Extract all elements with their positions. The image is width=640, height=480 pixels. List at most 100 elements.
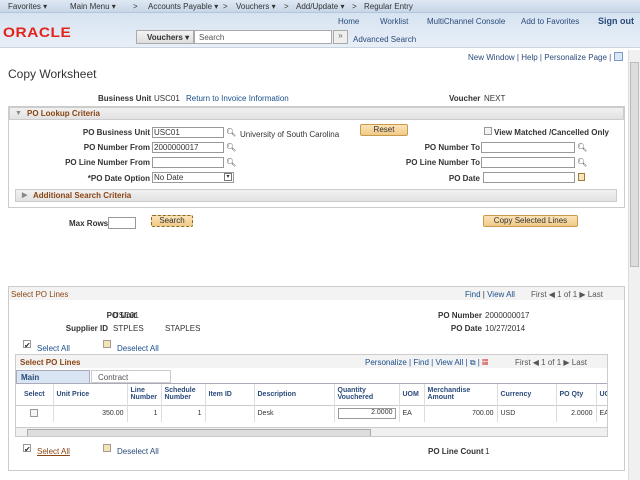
grid-find-link[interactable]: Find	[413, 358, 429, 367]
select-all-checkbox-icon[interactable]: ✔	[23, 340, 31, 350]
nav-accounts-payable[interactable]: Accounts Payable ▾	[148, 2, 218, 11]
col-uom: UOM	[399, 384, 425, 405]
po-to-label: PO Number To	[424, 143, 480, 152]
reset-button[interactable]: Reset	[360, 124, 408, 136]
page-scrollbar[interactable]	[628, 50, 640, 480]
grid-last-link[interactable]: Last	[572, 358, 587, 367]
search-go-icon[interactable]: »	[333, 30, 348, 44]
po-from-input[interactable]: 2000000017	[152, 142, 224, 153]
personalize-page-link[interactable]: Personalize Page	[544, 53, 607, 62]
deselect-all-link-bottom[interactable]: Deselect All	[117, 447, 159, 456]
lookup-icon[interactable]: 🔍︎	[226, 143, 236, 152]
lines-pager: First ◀ 1 of 1 ▶ Last	[531, 290, 603, 299]
lines-nav: Find | View All	[465, 290, 515, 299]
bu-value: USC01	[154, 94, 180, 103]
date-option-select[interactable]: No Date ▾	[152, 172, 234, 183]
lookup-icon[interactable]: 🔍︎	[577, 143, 587, 152]
line-to-input[interactable]	[481, 157, 575, 168]
zoom-grid-icon[interactable]: ⧉	[470, 358, 476, 367]
bu-label: Business Unit	[98, 94, 152, 103]
deselect-all-icon[interactable]	[103, 340, 111, 348]
help-link[interactable]: Help	[521, 53, 537, 62]
po-unit-value: USC01	[113, 311, 139, 320]
grid-view-all-link[interactable]: View All	[435, 358, 463, 367]
nav-sep: >	[223, 2, 228, 11]
col-po-qty: PO Qty	[556, 384, 597, 405]
po-bu-input[interactable]: USC01	[152, 127, 224, 138]
nav-vouchers[interactable]: Vouchers ▾	[236, 2, 276, 11]
nav-sep: >	[352, 2, 357, 11]
page-settings-icon[interactable]	[614, 52, 623, 61]
cell-merchandise-amount: 700.00	[424, 404, 498, 422]
nav-favorites[interactable]: Favorites ▾	[8, 2, 47, 11]
select-all-checkbox-icon[interactable]: ✔	[23, 444, 31, 454]
view-matched-label: View Matched /Cancelled Only	[494, 128, 609, 137]
col-schedule-number: Schedule Number	[161, 384, 206, 405]
select-all-link-bottom[interactable]: Select All	[37, 447, 70, 456]
find-link[interactable]: Find	[465, 290, 481, 299]
col-unit-price: Unit Price	[53, 384, 128, 405]
nav-main-menu[interactable]: Main Menu ▾	[70, 2, 116, 11]
tab-contract-information[interactable]: Contract Information	[91, 370, 171, 391]
col-select: Select	[16, 384, 54, 405]
supplier-label: Supplier ID	[65, 324, 108, 333]
po-date-input[interactable]	[483, 172, 575, 183]
voucher-label: Voucher	[449, 94, 481, 103]
advanced-search-link[interactable]: Advanced Search	[353, 35, 416, 44]
line-to-label: PO Line Number To	[405, 158, 480, 167]
last-link[interactable]: Last	[588, 290, 603, 299]
po-lines-grid: Select PO Lines Personalize | Find | Vie…	[15, 354, 608, 437]
nav-regular-entry[interactable]: Regular Entry	[364, 2, 413, 11]
return-invoice-link[interactable]: Return to Invoice Information	[186, 94, 289, 103]
lookup-icon[interactable]: 🔍︎	[226, 158, 236, 167]
col-quantity-vouchered: Quantity Vouchered	[334, 384, 400, 405]
tab-main-information[interactable]: Main Information	[16, 370, 90, 391]
select-all-link[interactable]: Select All	[37, 344, 70, 353]
grid-horizontal-scrollbar[interactable]	[16, 427, 607, 436]
home-link[interactable]: Home	[338, 17, 359, 26]
personalize-link[interactable]: Personalize	[365, 358, 407, 367]
nav-sep: >	[133, 2, 138, 11]
deselect-all-icon[interactable]	[103, 444, 111, 452]
max-rows-input[interactable]	[108, 217, 136, 229]
worklist-link[interactable]: Worklist	[380, 17, 408, 26]
view-matched-checkbox[interactable]	[484, 127, 492, 135]
qty-vouchered-input[interactable]: 2.0000	[337, 408, 396, 420]
search-scope-dropdown[interactable]: Vouchers ▾	[136, 30, 194, 44]
add-favorites-link[interactable]: Add to Favorites	[521, 17, 579, 26]
cell-uom-2: EA	[596, 404, 607, 422]
search-input[interactable]: Search	[194, 30, 332, 44]
row-select-checkbox[interactable]	[30, 408, 39, 417]
calendar-icon[interactable]	[578, 173, 585, 181]
new-window-link[interactable]: New Window	[468, 53, 515, 62]
download-icon[interactable]: ▦	[482, 358, 488, 367]
view-all-link[interactable]: View All	[487, 290, 515, 299]
grid-title: Select PO Lines	[20, 358, 81, 367]
po-lookup-header[interactable]: ▼ PO Lookup Criteria	[9, 107, 624, 120]
lookup-icon[interactable]: 🔍︎	[577, 158, 587, 167]
multichannel-link[interactable]: MultiChannel Console	[427, 17, 505, 26]
oracle-logo: ORACLE	[3, 24, 72, 40]
page-count: 1 of 1	[557, 290, 578, 299]
search-button[interactable]: Search	[151, 215, 193, 227]
dropdown-arrow-icon: ▾	[224, 173, 232, 181]
deselect-all-link[interactable]: Deselect All	[117, 344, 159, 353]
line-count-label: PO Line Count	[428, 447, 484, 456]
nav-add-update[interactable]: Add/Update ▾	[296, 2, 345, 11]
lookup-icon[interactable]: 🔍︎	[226, 128, 236, 137]
date-option-label: *PO Date Option	[87, 174, 150, 183]
po-to-input[interactable]	[481, 142, 575, 153]
sign-out-link[interactable]: Sign out	[598, 16, 634, 26]
cell-po-qty: 2.0000	[556, 404, 597, 422]
grid-toolbar: Personalize | Find | View All | ⧉ | ▦	[365, 358, 489, 367]
line-from-input[interactable]	[152, 157, 224, 168]
grid-first-link[interactable]: First	[515, 358, 531, 367]
cell-line-number: 1	[127, 404, 162, 422]
col-line-number: Line Number	[127, 384, 162, 405]
col-uom-2: UOM	[596, 384, 607, 405]
supplier-name: STAPLES	[165, 324, 201, 333]
copy-selected-lines-button[interactable]: Copy Selected Lines	[483, 215, 578, 227]
first-link[interactable]: First	[531, 290, 547, 299]
additional-criteria-header[interactable]: ▶ Additional Search Criteria	[15, 189, 617, 202]
cell-schedule-number: 1	[161, 404, 206, 422]
